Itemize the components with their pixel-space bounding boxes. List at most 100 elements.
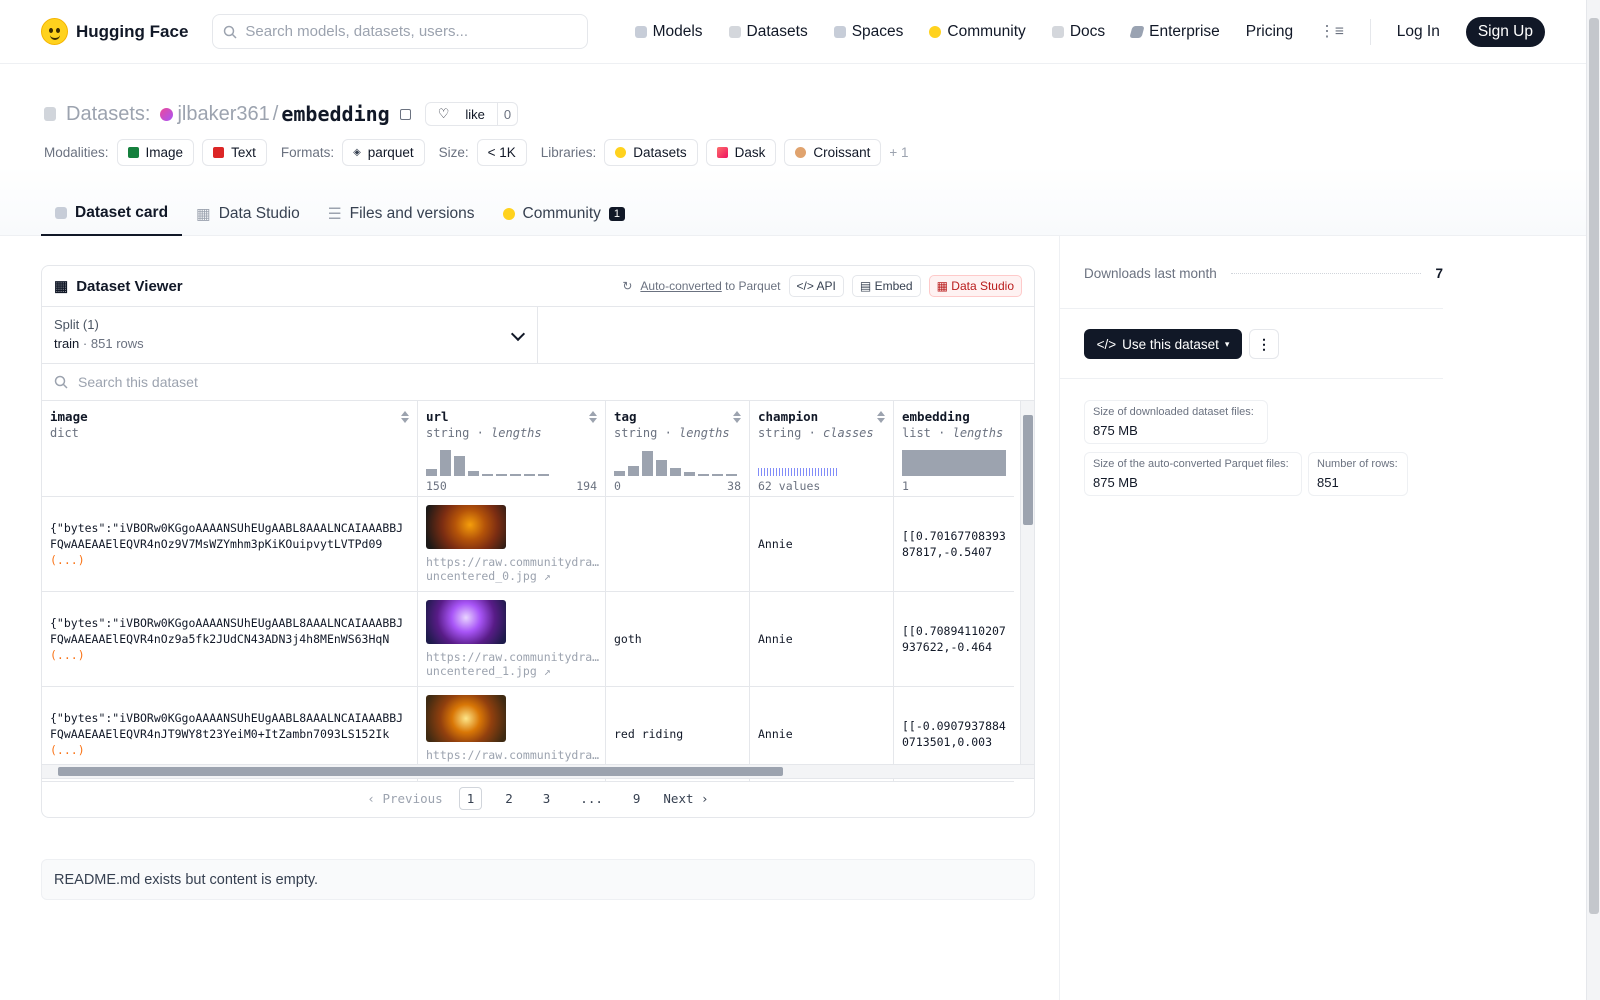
brand-logo[interactable]: Hugging Face	[41, 18, 188, 45]
data-table: image dict url string · lengths 150 194 t…	[42, 401, 1034, 782]
table-icon: ▦	[196, 205, 211, 223]
image-thumbnail[interactable]	[426, 695, 506, 742]
chevron-down-icon: ▾	[1224, 338, 1230, 349]
page-9-button[interactable]: 9	[626, 788, 648, 809]
table-horizontal-scrollbar[interactable]	[42, 764, 1034, 778]
page-1-button[interactable]: 1	[458, 787, 483, 810]
url-cell[interactable]: https://raw.communitydra…	[426, 748, 599, 762]
page-2-button[interactable]: 2	[498, 788, 520, 809]
nav-docs[interactable]: Docs	[1051, 23, 1105, 41]
nav-community[interactable]: Community	[929, 23, 1026, 41]
url-cell[interactable]: https://raw.communitydra…	[426, 650, 599, 664]
tag-cell: goth	[606, 592, 750, 687]
embedding-cell: [[0.70894110207937622,-0.464	[902, 624, 1006, 654]
api-button[interactable]: </> API	[788, 275, 844, 297]
auto-converted-link[interactable]: Auto-converted	[640, 279, 721, 293]
modality-text-chip[interactable]: Text	[202, 139, 267, 166]
nav-enterprise[interactable]: Enterprise	[1129, 23, 1220, 41]
docs-icon	[1051, 25, 1064, 38]
community-tab-icon	[502, 208, 515, 220]
column-header-tag[interactable]: tag string · lengths 0 38	[606, 401, 750, 497]
repo-name[interactable]: embedding	[281, 102, 389, 126]
tab-files-and-versions[interactable]: ☰ Files and versions	[314, 192, 489, 236]
champion-cell: Annie	[750, 592, 894, 687]
modality-image-chip[interactable]: Image	[116, 139, 195, 166]
more-options-icon[interactable]: ⋮	[1249, 329, 1279, 359]
brand-name: Hugging Face	[76, 21, 189, 41]
page-3-button[interactable]: 3	[536, 788, 558, 809]
parquet-icon: ◈	[353, 147, 361, 158]
tab-data-studio[interactable]: ▦ Data Studio	[182, 192, 314, 236]
format-parquet-chip[interactable]: ◈ parquet	[342, 139, 425, 166]
login-link[interactable]: Log In	[1397, 23, 1440, 41]
image-bytes-cell: {"bytes":"iVBORw0KGgoAAAANSUhEUgAABL8AAA…	[50, 521, 404, 551]
library-dask-chip[interactable]: Dask	[705, 139, 777, 166]
table-row[interactable]: {"bytes":"iVBORw0KGgoAAAANSUhEUgAABL8AAA…	[42, 497, 1034, 592]
cube-icon	[55, 207, 67, 219]
dask-icon	[716, 147, 728, 158]
search-icon	[54, 375, 68, 389]
owner-link[interactable]: jlbaker361	[177, 103, 269, 126]
split-selector[interactable]: Split (1) train · 851 rows	[42, 307, 538, 363]
embed-button[interactable]: ▤ Embed	[851, 275, 921, 297]
next-page-button[interactable]: Next ›	[663, 791, 708, 806]
size-label: Size:	[438, 145, 469, 160]
url-length-histogram	[426, 448, 549, 476]
community-icon	[929, 25, 942, 38]
embedding-cell: [[-0.09079378840713501,0.003	[902, 719, 1006, 749]
tab-dataset-card[interactable]: Dataset card	[41, 192, 183, 236]
models-icon	[634, 25, 647, 38]
embedding-length-bar	[902, 450, 1006, 476]
sidebar-hr	[1059, 308, 1443, 309]
nav-models[interactable]: Models	[634, 23, 703, 41]
url-cell[interactable]: https://raw.communitydra…	[426, 555, 599, 569]
size-chip[interactable]: < 1K	[476, 139, 527, 166]
pagination: ‹ Previous 1 2 3 ... 9 Next ›	[42, 778, 1034, 817]
sidebar-hr	[1059, 378, 1443, 379]
split-label: Split (1)	[54, 317, 99, 332]
tag-cell	[606, 497, 750, 592]
search-icon	[224, 25, 237, 39]
previous-page-button[interactable]: ‹ Previous	[367, 791, 442, 806]
column-header-image[interactable]: image dict	[42, 401, 418, 497]
like-button[interactable]: ♡ like 0	[424, 102, 519, 126]
library-datasets-chip[interactable]: Datasets	[604, 139, 698, 166]
more-menu-icon[interactable]: ⋮≡	[1319, 22, 1344, 41]
copy-icon[interactable]	[399, 108, 411, 120]
tab-community[interactable]: Community 1	[489, 192, 640, 236]
page-ellipsis: ...	[580, 791, 603, 806]
data-studio-button[interactable]: ▦ Data Studio	[928, 275, 1022, 297]
dataset-search-input[interactable]: Search this dataset	[42, 364, 1034, 401]
column-header-champion[interactable]: champion string · classes 62 values	[750, 401, 894, 497]
image-thumbnail[interactable]	[426, 505, 506, 549]
code-icon: </>	[1096, 336, 1117, 352]
use-this-dataset-button[interactable]: </> Use this dataset ▾	[1084, 329, 1242, 359]
split-name: train	[54, 336, 80, 351]
owner-avatar	[160, 107, 174, 121]
modalities-label: Modalities:	[44, 145, 109, 160]
global-search-input[interactable]: Search models, datasets, users...	[212, 14, 589, 49]
downloads-value: 7	[1435, 266, 1443, 281]
nav-divider	[1369, 18, 1371, 45]
search-placeholder: Search models, datasets, users...	[245, 23, 469, 40]
table-row[interactable]: {"bytes":"iVBORw0KGgoAAAANSUhEUgAABL8AAA…	[42, 592, 1034, 687]
signup-button[interactable]: Sign Up	[1465, 16, 1545, 47]
croissant-icon	[795, 147, 807, 158]
column-header-embedding[interactable]: embedding list · lengths 1	[894, 401, 1014, 497]
page-scrollbar[interactable]	[1586, 0, 1600, 1000]
library-croissant-chip[interactable]: Croissant	[784, 139, 882, 166]
dataset-icon	[44, 107, 56, 121]
more-libraries[interactable]: + 1	[889, 145, 908, 160]
spaces-icon	[833, 25, 846, 38]
formats-label: Formats:	[280, 145, 335, 160]
nav-datasets[interactable]: Datasets	[728, 23, 808, 41]
table-vertical-scrollbar[interactable]	[1020, 401, 1034, 764]
image-thumbnail[interactable]	[426, 600, 506, 644]
nav-pricing[interactable]: Pricing	[1246, 23, 1293, 41]
hugging-face-logo-icon	[41, 18, 68, 45]
column-header-url[interactable]: url string · lengths 150 194	[418, 401, 606, 497]
image-icon	[127, 147, 139, 158]
grid-icon: ▦	[54, 278, 69, 295]
repo-header: Datasets: jlbaker361 / embedding ♡ like 0…	[0, 64, 1586, 236]
nav-spaces[interactable]: Spaces	[833, 23, 903, 41]
